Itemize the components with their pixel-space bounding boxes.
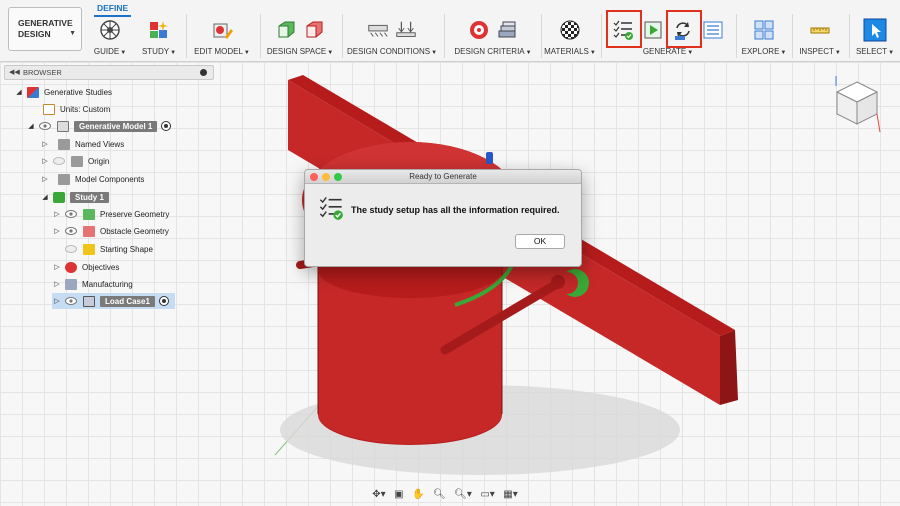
tree-label: Starting Shape — [100, 244, 153, 254]
zoom-icon[interactable]: 🔍︎ — [433, 489, 446, 500]
document-icon — [43, 103, 55, 115]
collapse-triangle-icon[interactable]: ◢ — [14, 88, 24, 96]
expand-triangle-icon[interactable]: ▷ — [52, 297, 62, 305]
navigation-bar: ✥▾ ▣ ✋ 🔍︎ 🔍︎▾ ▭▾ ▦▾ — [368, 485, 522, 503]
manufacturing-icon — [65, 278, 77, 290]
tree-item-generative-studies[interactable]: ◢ Generative Studies — [14, 84, 112, 100]
ok-button[interactable]: OK — [515, 234, 565, 249]
tree-label: Units: Custom — [60, 104, 111, 114]
folder-icon — [71, 155, 83, 167]
tree-label: Load Case1 — [100, 295, 155, 307]
activate-radio[interactable] — [158, 296, 169, 306]
studies-icon — [27, 86, 39, 98]
collapse-triangle-icon[interactable]: ◢ — [26, 122, 36, 130]
tree-label: Obstacle Geometry — [100, 226, 169, 236]
browser-options-icon[interactable] — [200, 69, 207, 76]
tree-label: Origin — [88, 156, 110, 166]
tree-item-objectives[interactable]: ▷ Objectives — [52, 259, 119, 275]
tree-label: Named Views — [75, 139, 125, 149]
eye-icon[interactable] — [65, 297, 77, 305]
ready-to-generate-dialog: Ready to Generate The study setup has al… — [304, 169, 582, 267]
tree-item-generative-model[interactable]: ◢ Generative Model 1 — [26, 118, 172, 134]
orbit-icon[interactable]: ✥▾ — [372, 489, 385, 500]
tree-label: Model Components — [75, 174, 145, 184]
tree-label: Preserve Geometry — [100, 209, 170, 219]
browser-title: BROWSER — [23, 68, 62, 77]
expand-triangle-icon[interactable]: ▷ — [52, 210, 62, 218]
activate-radio[interactable] — [161, 121, 172, 131]
eye-hidden-icon[interactable] — [53, 157, 65, 165]
dialog-title: Ready to Generate — [409, 172, 477, 181]
tree-label: Generative Studies — [44, 87, 113, 97]
objectives-icon — [65, 261, 77, 273]
expand-triangle-icon[interactable]: ▷ — [52, 263, 62, 271]
browser-header[interactable]: ◀◀ BROWSER — [4, 65, 214, 80]
expand-triangle-icon[interactable]: ▷ — [52, 227, 62, 235]
pan-hand-icon[interactable]: ✋ — [412, 489, 424, 500]
model-icon — [57, 120, 69, 132]
folder-icon — [58, 173, 70, 185]
expand-triangle-icon[interactable]: ▷ — [40, 140, 50, 148]
tree-label: Study 1 — [70, 191, 109, 203]
eye-hidden-icon[interactable] — [65, 245, 77, 253]
zoom-options-icon[interactable]: 🔍︎▾ — [454, 489, 472, 500]
checklist-icon — [319, 196, 343, 220]
collapse-triangle-icon[interactable]: ◢ — [40, 193, 50, 201]
load-case-icon — [83, 295, 95, 307]
display-settings-icon[interactable]: ▭▾ — [480, 489, 494, 500]
minimize-window-icon[interactable] — [322, 173, 330, 181]
tree-label: Manufacturing — [82, 279, 133, 289]
check-icon — [53, 191, 65, 203]
expand-triangle-icon[interactable]: ▷ — [40, 157, 50, 165]
tree-item-model-components[interactable]: ▷ Model Components — [40, 171, 144, 187]
obstacle-geometry-icon — [83, 225, 95, 237]
tree-item-load-case[interactable]: ▷ Load Case1 — [52, 293, 175, 309]
dialog-message: The study setup has all the information … — [351, 205, 560, 215]
tree-item-preserve-geometry[interactable]: ▷ Preserve Geometry — [52, 206, 169, 222]
grid-settings-icon[interactable]: ▦▾ — [503, 489, 517, 500]
tree-item-origin[interactable]: ▷ Origin — [40, 153, 109, 169]
tree-item-study-1[interactable]: ◢ Study 1 — [40, 189, 109, 205]
tree-item-obstacle-geometry[interactable]: ▷ Obstacle Geometry — [52, 223, 169, 239]
expand-triangle-icon[interactable]: ▷ — [52, 280, 62, 288]
preserve-geometry-icon — [83, 208, 95, 220]
tree-item-starting-shape[interactable]: Starting Shape — [62, 241, 153, 257]
view-cube[interactable] — [832, 72, 882, 134]
folder-icon — [58, 138, 70, 150]
eye-icon[interactable] — [39, 122, 51, 130]
tree-label: Generative Model 1 — [74, 120, 158, 132]
eye-icon[interactable] — [65, 210, 77, 218]
tree-item-named-views[interactable]: ▷ Named Views — [40, 136, 124, 152]
tree-item-units[interactable]: Units: Custom — [40, 101, 110, 117]
tree-label: Objectives — [82, 262, 120, 272]
eye-icon[interactable] — [65, 227, 77, 235]
tree-item-manufacturing[interactable]: ▷ Manufacturing — [52, 276, 133, 292]
dialog-titlebar[interactable]: Ready to Generate — [305, 170, 581, 184]
maximize-window-icon[interactable] — [334, 173, 342, 181]
collapse-icon[interactable]: ◀◀ — [9, 66, 20, 79]
capture-position-icon[interactable]: ▣ — [394, 489, 403, 500]
starting-shape-icon — [83, 243, 95, 255]
browser-panel: ◀◀ BROWSER ◢ Generative Studies Units: C… — [0, 62, 215, 322]
expand-triangle-icon[interactable]: ▷ — [40, 175, 50, 183]
close-window-icon[interactable] — [310, 173, 318, 181]
